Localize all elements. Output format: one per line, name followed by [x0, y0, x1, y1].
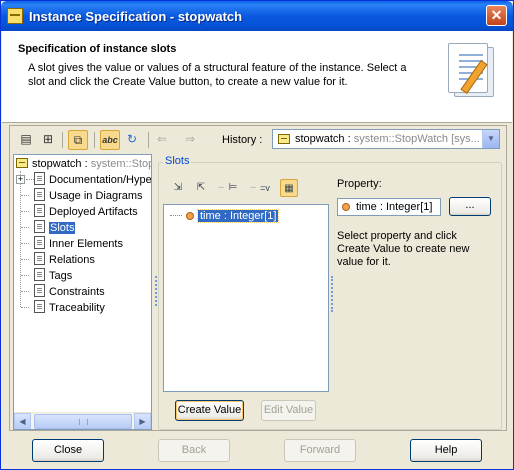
document-icon — [34, 268, 45, 281]
help-button[interactable]: Help — [410, 439, 482, 462]
list-view-icon[interactable]: ▤ — [16, 130, 36, 150]
toolbar: ▤ ⊞ ⧉ abc ↻ ⇐ ⇒ History : stopwatch : sy… — [10, 126, 506, 154]
forward-arrow-icon[interactable]: ⇒ — [180, 130, 200, 150]
property-field: time : Integer[1] — [337, 198, 441, 216]
grid-view-icon[interactable]: ▦ — [280, 179, 298, 197]
show-values-icon[interactable]: =v — [256, 179, 274, 197]
tree-root-type: system::Stop — [90, 158, 151, 170]
tree-item-traceability[interactable]: Traceability — [34, 300, 105, 316]
instance-icon — [278, 134, 290, 144]
forward-button[interactable]: Forward — [284, 439, 356, 462]
history-label: History : — [222, 134, 263, 146]
expand-icon[interactable]: + — [16, 175, 25, 184]
title-bar[interactable]: Instance Specification - stopwatch ✕ — [1, 1, 513, 31]
instance-icon — [16, 158, 28, 168]
sort-alphabetical-icon[interactable]: abc — [100, 130, 120, 150]
tree-item-constraints[interactable]: Constraints — [34, 284, 105, 300]
copy-icon[interactable]: ⧉ — [68, 130, 88, 150]
back-button[interactable]: Back — [158, 439, 230, 462]
splitter-handle[interactable] — [331, 276, 333, 312]
property-icon — [342, 203, 350, 211]
tree-root-name: stopwatch : — [32, 158, 91, 170]
tree-item-tags[interactable]: Tags — [34, 268, 72, 284]
main-panel: ▤ ⊞ ⧉ abc ↻ ⇐ ⇒ History : stopwatch : sy… — [9, 125, 507, 431]
edit-value-button[interactable]: Edit Value — [261, 400, 316, 421]
chevron-down-icon[interactable]: ▼ — [482, 130, 499, 148]
tree-item-deployed-artifacts[interactable]: Deployed Artifacts — [34, 204, 138, 220]
header-title: Specification of instance slots — [18, 43, 177, 55]
specification-icon — [444, 41, 498, 101]
splitter-handle[interactable] — [155, 276, 157, 306]
hierarchy-icon[interactable]: ⊨ — [224, 179, 242, 197]
refresh-icon[interactable]: ↻ — [122, 130, 142, 150]
tree-item-documentation[interactable]: Documentation/Hype — [34, 172, 151, 188]
slot-item-time[interactable]: time : Integer[1] — [170, 209, 280, 223]
tree-view-icon[interactable]: ⊞ — [38, 130, 58, 150]
tree-root[interactable]: stopwatch : system::Stop — [16, 156, 151, 172]
browse-property-button[interactable]: ... — [449, 197, 491, 216]
document-icon — [34, 252, 45, 265]
slots-group-title: Slots — [163, 155, 192, 167]
document-icon — [34, 188, 45, 201]
horizontal-scrollbar[interactable]: ◀ ▶ — [14, 412, 151, 429]
document-icon — [34, 284, 45, 297]
dialog-window: Instance Specification - stopwatch ✕ Spe… — [0, 0, 514, 470]
slots-tree: time : Integer[1] — [163, 204, 329, 392]
document-icon — [34, 220, 45, 233]
navigation-tree: stopwatch : system::Stop + Documentation… — [13, 154, 152, 430]
tree-item-inner-elements[interactable]: Inner Elements — [34, 236, 123, 252]
window-title: Instance Specification - stopwatch — [29, 9, 243, 24]
instance-icon — [7, 8, 23, 24]
create-value-button[interactable]: Create Value — [175, 400, 244, 421]
collapse-all-icon[interactable]: ⇱ — [192, 179, 210, 197]
slot-item-label: time : Integer[1] — [196, 209, 280, 223]
header-description: A slot gives the value or values of a st… — [28, 62, 407, 88]
document-icon — [34, 236, 45, 249]
document-icon — [34, 172, 45, 185]
property-icon — [186, 212, 194, 220]
history-value-type: system::StopWatch [sys... — [353, 133, 480, 145]
close-button[interactable]: Close — [32, 439, 104, 462]
back-arrow-icon[interactable]: ⇐ — [152, 130, 172, 150]
tree-item-slots[interactable]: Slots — [34, 220, 76, 236]
expand-all-icon[interactable]: ⇲ — [169, 179, 187, 197]
document-icon — [34, 204, 45, 217]
scrollbar-thumb[interactable] — [34, 414, 132, 429]
property-label: Property: — [337, 178, 382, 190]
scroll-right-icon[interactable]: ▶ — [134, 413, 151, 429]
header-panel: Specification of instance slots A slot g… — [2, 31, 512, 123]
history-combo[interactable]: stopwatch : system::StopWatch [sys... ▼ — [272, 129, 500, 149]
scroll-left-icon[interactable]: ◀ — [14, 413, 31, 429]
history-value-name: stopwatch : — [295, 133, 354, 145]
document-icon — [34, 300, 45, 313]
close-window-button[interactable]: ✕ — [486, 5, 507, 26]
property-help-text: Select property and click Create Value t… — [337, 230, 470, 268]
property-value: time : Integer[1] — [356, 201, 433, 213]
tree-item-relations[interactable]: Relations — [34, 252, 95, 268]
tree-item-usage-in-diagrams[interactable]: Usage in Diagrams — [34, 188, 143, 204]
